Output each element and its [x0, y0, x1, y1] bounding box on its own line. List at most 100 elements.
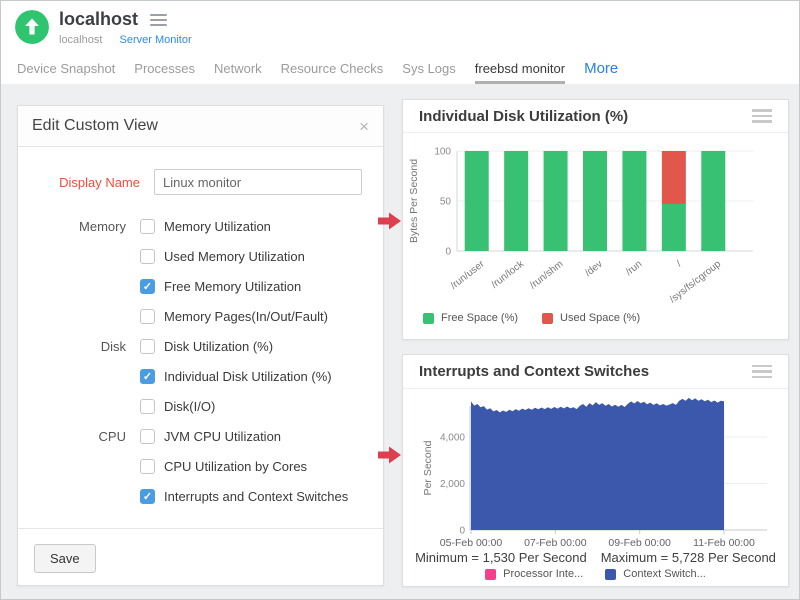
- breadcrumb-server-monitor-link[interactable]: Server Monitor: [119, 34, 191, 46]
- disk-card-header: Individual Disk Utilization (%): [403, 100, 788, 133]
- interrupts-minmax: Minimum = 1,530 Per Second Maximum = 5,7…: [403, 550, 788, 565]
- legend-swatch: [485, 569, 496, 580]
- checkbox-free-memory-utilization[interactable]: ✓: [140, 279, 155, 294]
- svg-text:07-Feb 00:00: 07-Feb 00:00: [524, 537, 587, 548]
- disk-utilization-card: Individual Disk Utilization (%) 100 50 0 By…: [402, 99, 789, 340]
- page-title: localhost: [59, 9, 138, 30]
- checkbox-disk-i-o[interactable]: [140, 399, 155, 414]
- metric-option-label: Interrupts and Context Switches: [164, 489, 348, 504]
- metric-group-label: Disk: [18, 339, 140, 354]
- pointer-arrow-disk-icon: [378, 212, 402, 230]
- metric-option-row: CPU Utilization by Cores: [18, 451, 383, 481]
- monitor-menu-icon[interactable]: [150, 14, 167, 26]
- svg-text:/run/lock: /run/lock: [489, 258, 526, 291]
- legend-item-processor-inte: Processor Inte...: [485, 568, 583, 580]
- checkbox-used-memory-utilization[interactable]: [140, 249, 155, 264]
- modal-footer: Save: [18, 528, 383, 585]
- legend-item-context-switch: Context Switch...: [605, 568, 706, 580]
- metric-option-label: Free Memory Utilization: [164, 279, 301, 294]
- maximum-stat: Maximum = 5,728 Per Second: [601, 550, 776, 565]
- svg-text:0: 0: [459, 526, 465, 537]
- legend-label: Used Space (%): [560, 312, 640, 324]
- edit-custom-view-modal: Edit Custom View × Display Name MemoryMe…: [17, 105, 384, 586]
- metric-option-row: Used Memory Utilization: [18, 241, 383, 271]
- checkbox-disk-utilization[interactable]: [140, 339, 155, 354]
- pointer-arrow-interrupts-icon: [378, 446, 402, 464]
- disk-chart-title: Individual Disk Utilization (%): [419, 108, 628, 125]
- tab-network[interactable]: Network: [214, 61, 262, 84]
- metric-option-label: Disk(I/O): [164, 399, 215, 414]
- tab-bar: Device Snapshot Processes Network Resource …: [1, 56, 799, 84]
- modal-header: Edit Custom View ×: [18, 106, 383, 147]
- svg-text:Bytes Per Second: Bytes Per Second: [408, 159, 420, 243]
- close-icon[interactable]: ×: [359, 118, 369, 135]
- checkbox-memory-pages-in-out-fault[interactable]: [140, 309, 155, 324]
- legend-swatch: [423, 313, 434, 324]
- modal-title: Edit Custom View: [32, 117, 158, 135]
- interrupts-card: Interrupts and Context Switches 4,000 2,0…: [402, 354, 789, 587]
- svg-text:/: /: [675, 259, 684, 270]
- legend-swatch: [605, 569, 616, 580]
- server-monitor-window: localhost localhost Server Monitor Devic…: [0, 0, 800, 600]
- svg-text:0: 0: [445, 247, 451, 258]
- tab-freebsd-monitor[interactable]: freebsd monitor: [475, 61, 565, 84]
- interrupts-chart-legend: Processor Inte... Context Switch...: [403, 568, 788, 580]
- metric-option-label: Used Memory Utilization: [164, 249, 305, 264]
- checkbox-jvm-cpu-utilization[interactable]: [140, 429, 155, 444]
- tab-processes[interactable]: Processes: [134, 61, 195, 84]
- svg-text:09-Feb 00:00: 09-Feb 00:00: [608, 537, 671, 548]
- tab-resource-checks[interactable]: Resource Checks: [281, 61, 384, 84]
- svg-text:50: 50: [440, 197, 452, 208]
- metric-group-label: CPU: [18, 429, 140, 444]
- svg-text:/run/user: /run/user: [449, 258, 487, 291]
- display-name-input[interactable]: [154, 169, 362, 195]
- svg-text:/sys/fs/cgroup: /sys/fs/cgroup: [668, 258, 724, 305]
- disk-card-menu-icon[interactable]: [752, 109, 772, 123]
- display-name-row: Display Name: [18, 169, 383, 195]
- legend-swatch: [542, 313, 553, 324]
- svg-text:2,000: 2,000: [440, 479, 465, 490]
- content-area: Edit Custom View × Display Name MemoryMe…: [1, 84, 799, 600]
- svg-text:/run/shm: /run/shm: [528, 259, 565, 292]
- legend-label: Free Space (%): [441, 312, 518, 324]
- metric-option-row: Disk(I/O): [18, 391, 383, 421]
- metric-option-label: JVM CPU Utilization: [164, 429, 281, 444]
- display-name-label: Display Name: [18, 175, 154, 190]
- metric-option-row: MemoryMemory Utilization: [18, 211, 383, 241]
- svg-text:Per Second: Per Second: [422, 440, 434, 495]
- tab-sys-logs[interactable]: Sys Logs: [402, 61, 455, 84]
- disk-chart-legend: Free Space (%) Used Space (%): [423, 312, 640, 324]
- svg-text:11-Feb 00:00: 11-Feb 00:00: [693, 537, 755, 548]
- svg-text:05-Feb 00:00: 05-Feb 00:00: [440, 537, 503, 548]
- legend-label: Context Switch...: [623, 568, 706, 580]
- interrupts-card-menu-icon[interactable]: [752, 365, 772, 379]
- tab-more[interactable]: More: [584, 60, 618, 84]
- save-button[interactable]: Save: [34, 544, 96, 573]
- app-header: localhost localhost Server Monitor: [1, 1, 799, 56]
- svg-text:/dev: /dev: [583, 259, 605, 279]
- svg-text:/run: /run: [624, 259, 644, 278]
- metric-option-label: CPU Utilization by Cores: [164, 459, 307, 474]
- metric-option-row: DiskDisk Utilization (%): [18, 331, 383, 361]
- metric-option-label: Memory Utilization: [164, 219, 271, 234]
- breadcrumb-host: localhost: [59, 34, 102, 46]
- metric-option-row: Memory Pages(In/Out/Fault): [18, 301, 383, 331]
- svg-text:100: 100: [434, 147, 451, 158]
- checkbox-interrupts-and-context-switches[interactable]: ✓: [140, 489, 155, 504]
- metric-option-label: Individual Disk Utilization (%): [164, 369, 332, 384]
- legend-label: Processor Inte...: [503, 568, 583, 580]
- breadcrumb: localhost Server Monitor: [59, 34, 192, 46]
- metric-option-row: ✓ Interrupts and Context Switches: [18, 481, 383, 511]
- legend-item-free-space: Free Space (%): [423, 312, 518, 324]
- svg-text:4,000: 4,000: [440, 433, 465, 444]
- checkbox-memory-utilization[interactable]: [140, 219, 155, 234]
- legend-item-used-space: Used Space (%): [542, 312, 640, 324]
- interrupts-chart-title: Interrupts and Context Switches: [419, 363, 649, 380]
- metric-options: MemoryMemory Utilization Used Memory Util…: [18, 211, 383, 511]
- tab-device-snapshot[interactable]: Device Snapshot: [17, 61, 115, 84]
- minimum-stat: Minimum = 1,530 Per Second: [415, 550, 587, 565]
- checkbox-cpu-utilization-by-cores[interactable]: [140, 459, 155, 474]
- checkbox-individual-disk-utilization[interactable]: ✓: [140, 369, 155, 384]
- monitor-status-icon: [15, 10, 49, 44]
- metric-option-row: ✓ Free Memory Utilization: [18, 271, 383, 301]
